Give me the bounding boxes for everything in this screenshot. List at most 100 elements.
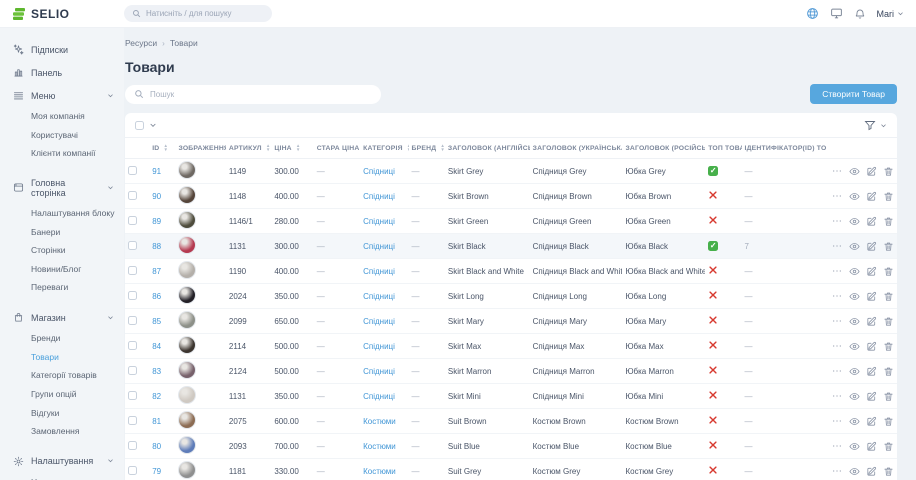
- product-id-link[interactable]: 85: [152, 317, 161, 326]
- product-image[interactable]: [178, 186, 196, 204]
- product-image[interactable]: [178, 386, 196, 404]
- column-header-id[interactable]: ID ▲▼: [149, 138, 175, 159]
- row-checkbox[interactable]: [128, 166, 137, 175]
- category-link[interactable]: Спідниці: [363, 342, 395, 351]
- product-id-link[interactable]: 80: [152, 442, 161, 451]
- view-button[interactable]: [849, 166, 860, 177]
- category-link[interactable]: Спідниці: [363, 217, 395, 226]
- edit-button[interactable]: [866, 291, 877, 302]
- global-search-input[interactable]: [146, 9, 256, 18]
- row-checkbox[interactable]: [128, 366, 137, 375]
- ellipsis-icon[interactable]: ⋯: [832, 341, 843, 352]
- sidebar-subitem-замовлення[interactable]: Замовлення: [0, 422, 124, 441]
- product-id-link[interactable]: 79: [152, 467, 161, 476]
- delete-button[interactable]: [883, 266, 894, 277]
- user-menu[interactable]: Mari: [877, 9, 905, 19]
- row-checkbox[interactable]: [128, 391, 137, 400]
- sidebar-subitem-категорії-товарів[interactable]: Категорії товарів: [0, 366, 124, 385]
- product-image[interactable]: [178, 286, 196, 304]
- product-image[interactable]: [178, 336, 196, 354]
- product-image[interactable]: [178, 236, 196, 254]
- product-image[interactable]: [178, 211, 196, 229]
- view-button[interactable]: [849, 391, 860, 402]
- product-image[interactable]: [178, 461, 196, 479]
- product-id-link[interactable]: 87: [152, 267, 161, 276]
- ellipsis-icon[interactable]: ⋯: [832, 216, 843, 227]
- row-checkbox[interactable]: [128, 191, 137, 200]
- selio-logo[interactable]: SELIO: [12, 7, 124, 21]
- product-id-link[interactable]: 91: [152, 167, 161, 176]
- sidebar-item-панель[interactable]: Панель: [0, 61, 124, 84]
- row-checkbox[interactable]: [128, 416, 137, 425]
- delete-button[interactable]: [883, 191, 894, 202]
- sidebar-subitem-новини-блог[interactable]: Новини/Блог: [0, 260, 124, 279]
- sidebar-subitem-моя-компанія[interactable]: Моя компанія: [0, 107, 124, 126]
- sidebar-subitem-товари[interactable]: Товари: [0, 348, 124, 367]
- edit-button[interactable]: [866, 416, 877, 427]
- sidebar-item-магазин[interactable]: Магазин: [0, 306, 124, 329]
- edit-button[interactable]: [866, 216, 877, 227]
- ellipsis-icon[interactable]: ⋯: [832, 441, 843, 452]
- sidebar-subitem-відгуки[interactable]: Відгуки: [0, 404, 124, 423]
- edit-button[interactable]: [866, 391, 877, 402]
- edit-button[interactable]: [866, 441, 877, 452]
- product-id-link[interactable]: 84: [152, 342, 161, 351]
- breadcrumb-item-resources[interactable]: Ресурси: [125, 38, 157, 48]
- row-checkbox[interactable]: [128, 266, 137, 275]
- delete-button[interactable]: [883, 341, 894, 352]
- product-image[interactable]: [178, 361, 196, 379]
- product-id-link[interactable]: 86: [152, 292, 161, 301]
- sort-icon[interactable]: ▲▼: [440, 144, 445, 152]
- category-link[interactable]: Спідниці: [363, 392, 395, 401]
- edit-button[interactable]: [866, 241, 877, 252]
- product-id-link[interactable]: 82: [152, 392, 161, 401]
- ellipsis-icon[interactable]: ⋯: [832, 291, 843, 302]
- sidebar-item-налаштування[interactable]: Налаштування: [0, 450, 124, 473]
- sidebar-subitem-клієнти-компанії[interactable]: Клієнти компанії: [0, 144, 124, 163]
- view-button[interactable]: [849, 291, 860, 302]
- row-checkbox[interactable]: [128, 316, 137, 325]
- ellipsis-icon[interactable]: ⋯: [832, 316, 843, 327]
- column-header-категорія[interactable]: КАТЕГОРІЯ ▲▼: [360, 138, 408, 159]
- view-button[interactable]: [849, 316, 860, 327]
- monitor-icon[interactable]: [830, 7, 843, 20]
- product-id-link[interactable]: 81: [152, 417, 161, 426]
- sort-icon[interactable]: ▲▼: [164, 144, 169, 152]
- create-product-button[interactable]: Створити Товар: [810, 84, 897, 104]
- sidebar-subitem-бренди[interactable]: Бренди: [0, 329, 124, 348]
- sort-icon[interactable]: ▲▼: [266, 144, 271, 152]
- sort-icon[interactable]: ▲▼: [407, 144, 409, 152]
- ellipsis-icon[interactable]: ⋯: [832, 416, 843, 427]
- product-image[interactable]: [178, 311, 196, 329]
- column-header-бренд[interactable]: БРЕНД ▲▼: [409, 138, 445, 159]
- row-checkbox[interactable]: [128, 466, 137, 475]
- delete-button[interactable]: [883, 391, 894, 402]
- row-checkbox[interactable]: [128, 341, 137, 350]
- product-id-link[interactable]: 83: [152, 367, 161, 376]
- category-link[interactable]: Спідниці: [363, 167, 395, 176]
- view-button[interactable]: [849, 341, 860, 352]
- sidebar-subitem-переваги[interactable]: Переваги: [0, 278, 124, 297]
- sidebar-subitem-користувачі[interactable]: Користувачі: [0, 126, 124, 145]
- chevron-down-icon[interactable]: [149, 121, 157, 129]
- delete-button[interactable]: [883, 316, 894, 327]
- view-button[interactable]: [849, 441, 860, 452]
- view-button[interactable]: [849, 416, 860, 427]
- product-image[interactable]: [178, 436, 196, 454]
- global-search[interactable]: [124, 5, 272, 22]
- sidebar-item-підписки[interactable]: Підписки: [0, 38, 124, 61]
- view-button[interactable]: [849, 466, 860, 477]
- category-link[interactable]: Спідниці: [363, 267, 395, 276]
- edit-button[interactable]: [866, 166, 877, 177]
- delete-button[interactable]: [883, 166, 894, 177]
- column-header-артикул[interactable]: АРТИКУЛ ▲▼: [226, 138, 271, 159]
- products-search-input[interactable]: [150, 90, 350, 99]
- product-image[interactable]: [178, 411, 196, 429]
- category-link[interactable]: Спідниці: [363, 242, 395, 251]
- select-all-checkbox[interactable]: [135, 121, 144, 130]
- ellipsis-icon[interactable]: ⋯: [832, 191, 843, 202]
- delete-button[interactable]: [883, 216, 894, 227]
- delete-button[interactable]: [883, 366, 894, 377]
- category-link[interactable]: Спідниці: [363, 292, 395, 301]
- ellipsis-icon[interactable]: ⋯: [832, 266, 843, 277]
